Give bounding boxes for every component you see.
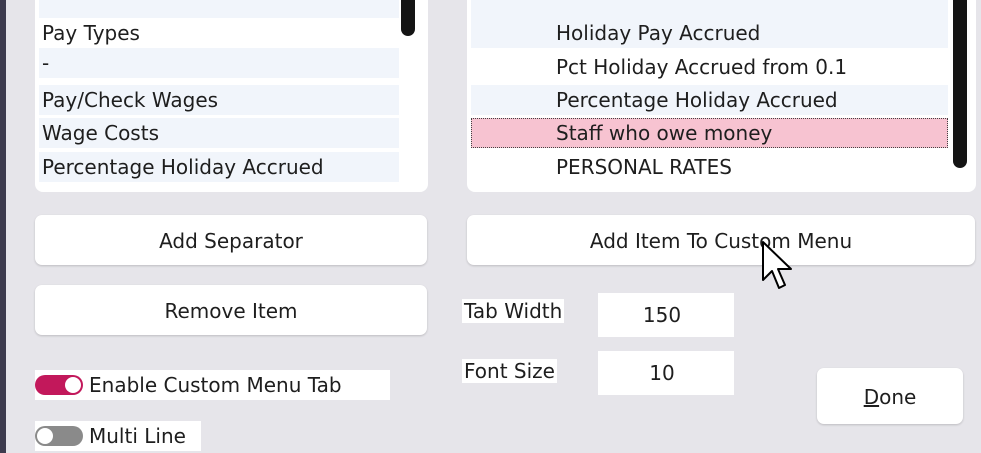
list-item[interactable]: Percentage Holiday Accrued [39, 152, 399, 182]
tab-width-label: Tab Width [462, 299, 565, 323]
multi-line-toggle[interactable]: Multi Line [35, 421, 201, 451]
done-label: one [879, 385, 917, 409]
add-separator-button[interactable]: Add Separator [35, 215, 427, 265]
done-button[interactable]: Done [817, 368, 963, 424]
list-item[interactable]: Pay/Check Wages [39, 85, 399, 115]
done-mnemonic: D [863, 385, 880, 409]
list-item[interactable]: Wage Costs [39, 118, 399, 148]
list-item-partial[interactable] [471, 0, 948, 18]
font-size-input[interactable] [598, 351, 734, 395]
list-item[interactable]: Pct Holiday Accrued from 0.1 [471, 52, 948, 82]
text-select-cursor-icon [762, 241, 792, 289]
enable-custom-menu-tab-toggle[interactable]: Enable Custom Menu Tab [35, 370, 390, 400]
list-item[interactable]: PERSONAL RATES [471, 152, 948, 182]
add-item-to-custom-menu-button[interactable]: Add Item To Custom Menu [467, 215, 975, 265]
toggle-switch-on[interactable] [35, 375, 83, 395]
tab-width-input[interactable] [598, 293, 734, 337]
toggle-knob [65, 377, 81, 393]
list-item[interactable]: Pay Types [39, 18, 399, 48]
list-item-selected[interactable]: Staff who owe money [471, 118, 948, 148]
available-items-list[interactable]: Pay Types - Pay/Check Wages Wage Costs P… [35, 0, 428, 192]
left-list-scroll-thumb[interactable] [401, 0, 415, 36]
list-item[interactable]: Percentage Holiday Accrued [471, 85, 948, 115]
window-edge [0, 0, 6, 453]
custom-menu-items-list[interactable]: Holiday Pay Accrued Pct Holiday Accrued … [467, 0, 976, 192]
list-item-partial[interactable] [39, 0, 399, 18]
list-item[interactable]: - [39, 48, 399, 78]
remove-item-button[interactable]: Remove Item [35, 285, 427, 335]
list-item[interactable]: Holiday Pay Accrued [471, 18, 948, 48]
font-size-label: Font Size [462, 359, 557, 383]
toggle-knob [37, 428, 53, 444]
toggle-label: Multi Line [89, 424, 186, 448]
right-list-scroll-thumb[interactable] [953, 0, 967, 168]
toggle-label: Enable Custom Menu Tab [89, 373, 342, 397]
toggle-switch-off[interactable] [35, 426, 83, 446]
